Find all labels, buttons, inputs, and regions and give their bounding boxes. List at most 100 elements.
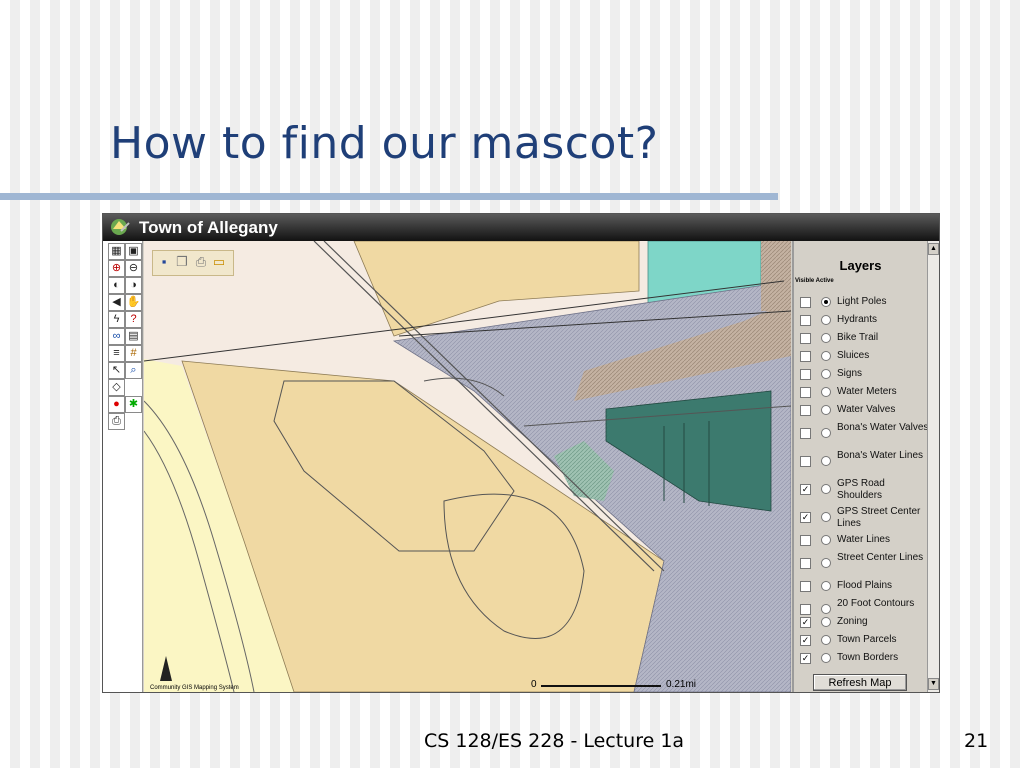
layer-visible-checkbox[interactable] [800,405,811,416]
find-icon[interactable]: ∞ [108,328,125,345]
layer-label: 20 Foot Contours [837,598,915,609]
back-icon[interactable]: ◀ [108,294,125,311]
layer-active-radio[interactable] [821,617,831,627]
title-underline [0,193,778,200]
open-folder-icon[interactable]: ▭ [211,254,227,270]
refresh-map-button[interactable]: Refresh Map [813,674,907,691]
layer-active-radio[interactable] [821,405,831,415]
layer-active-radio[interactable] [821,653,831,663]
run-icon[interactable]: ✱ [125,396,142,413]
slide-title: How to find our mascot? [110,118,659,169]
layer-visible-checkbox[interactable]: ✓ [800,512,811,523]
layer-visible-checkbox[interactable]: ✓ [800,653,811,664]
tool-palette: ▦ ▣ ⊕ ⊖ ◐ ◑ ◀ ✋ ϟ ? ∞ ▤ ≡ # ↖ ⌕ ◇ ● ✱ ⎙ [103,241,143,692]
scale-start: 0 [531,679,537,690]
map-footer-label: Community GIS Mapping System [150,685,239,691]
layers-heading: Layers [839,258,882,273]
layers-column-header: Visible Active [795,278,834,284]
pan-hand-icon[interactable]: ✋ [125,294,142,311]
layer-visible-checkbox[interactable] [800,333,811,344]
scale-end: 0.21mi [666,679,697,690]
layer-visible-checkbox[interactable] [800,315,811,326]
save-icon[interactable]: ▪ [156,254,172,270]
layer-active-radio[interactable] [821,456,831,466]
layer-label: Town Borders [837,652,899,663]
layer-label: Light Poles [837,296,887,307]
town-logo-icon [111,219,130,235]
layer-active-radio[interactable] [821,558,831,568]
layer-label: Town Parcels [837,634,897,645]
layer-visible-checkbox[interactable] [800,351,811,362]
layer-active-radio[interactable] [821,369,831,379]
layer-label: Water Lines [837,534,890,545]
layer-active-radio[interactable] [821,333,831,343]
layer-label: Bona's Water Lines [837,450,924,461]
eraser-icon[interactable]: ◇ [108,379,125,396]
overview-icon[interactable]: ▣ [125,243,142,260]
window-titlebar: Town of Allegany [103,214,939,241]
layer-visible-checkbox[interactable] [800,558,811,569]
layer-label: Street Center Lines [837,552,924,563]
layer-label: Bike Trail [837,332,879,343]
layer-label: Bona's Water Valves [837,422,929,433]
window-title: Town of Allegany [139,218,278,237]
layer-label: GPS Street Center Lines [837,506,921,529]
layer-label: Zoning [837,616,868,627]
layer-active-radio[interactable] [821,297,831,307]
stop-icon[interactable]: ● [108,396,125,413]
map-toolbar: ▪ ❐ ⎙ ▭ [152,250,234,276]
layer-label: Signs [837,368,863,379]
zoom-in-icon[interactable]: ⊕ [108,260,125,277]
scroll-down-icon[interactable]: ▼ [928,678,939,690]
layer-active-radio[interactable] [821,512,831,522]
print-icon[interactable]: ⎙ [193,254,209,270]
layer-visible-checkbox[interactable] [800,387,811,398]
copy-icon[interactable]: ❐ [174,254,190,270]
layer-visible-checkbox[interactable] [800,369,811,380]
layer-label: Flood Plains [837,580,893,591]
layer-visible-checkbox[interactable] [800,456,811,467]
identify-icon[interactable]: ϟ [108,311,125,328]
zoom-out-icon[interactable]: ⊖ [125,260,142,277]
layer-visible-checkbox[interactable] [800,428,811,439]
layer-active-radio[interactable] [821,535,831,545]
layer-visible-checkbox[interactable] [800,297,811,308]
layer-visible-checkbox[interactable] [800,604,811,615]
print-icon[interactable]: ⎙ [108,413,125,430]
layer-visible-checkbox[interactable] [800,581,811,592]
layer-label: GPS Road Shoulders [837,478,885,501]
layer-active-radio[interactable] [821,635,831,645]
layers-panel: Layers Visible Active Light Poles Hydrant… [792,241,929,692]
grid-icon[interactable]: # [125,345,142,362]
layer-label: Sluices [837,350,870,361]
select-icon[interactable]: ↖ [108,362,125,379]
layer-visible-checkbox[interactable] [800,535,811,546]
layer-label: Hydrants [837,314,878,325]
legend-icon[interactable]: ▦ [108,243,125,260]
gis-map-window: Town of Allegany ▦ ▣ ⊕ ⊖ ◐ ◑ ◀ ✋ ϟ ? ∞ ▤… [102,213,940,693]
layer-active-radio[interactable] [821,581,831,591]
layers-scrollbar[interactable]: ▲ ▼ [927,241,939,692]
query-icon[interactable]: ? [125,311,142,328]
layer-label: Water Meters [837,386,897,397]
table-icon[interactable]: ▤ [125,328,142,345]
page-number: 21 [964,730,989,752]
list-icon[interactable]: ≡ [108,345,125,362]
layer-active-radio[interactable] [821,387,831,397]
layer-visible-checkbox[interactable]: ✓ [800,635,811,646]
zoom-previous-icon[interactable]: ◐ [108,277,125,294]
zoom-full-icon[interactable]: ◑ [125,277,142,294]
layer-label: Water Valves [837,404,896,415]
layer-active-radio[interactable] [821,351,831,361]
layer-visible-checkbox[interactable]: ✓ [800,617,811,628]
scale-bar: 0 0.21mi [531,679,731,691]
layer-visible-checkbox[interactable]: ✓ [800,484,811,495]
layer-active-radio[interactable] [821,604,831,614]
search-layer-icon[interactable]: ⌕ [125,362,142,379]
map-canvas[interactable]: Community GIS Mapping System ▪ ❐ ⎙ ▭ 0 0… [144,241,791,692]
layer-active-radio[interactable] [821,315,831,325]
layer-active-radio[interactable] [821,484,831,494]
scroll-up-icon[interactable]: ▲ [928,243,939,255]
layer-active-radio[interactable] [821,428,831,438]
map-drawing: Community GIS Mapping System [144,241,791,692]
